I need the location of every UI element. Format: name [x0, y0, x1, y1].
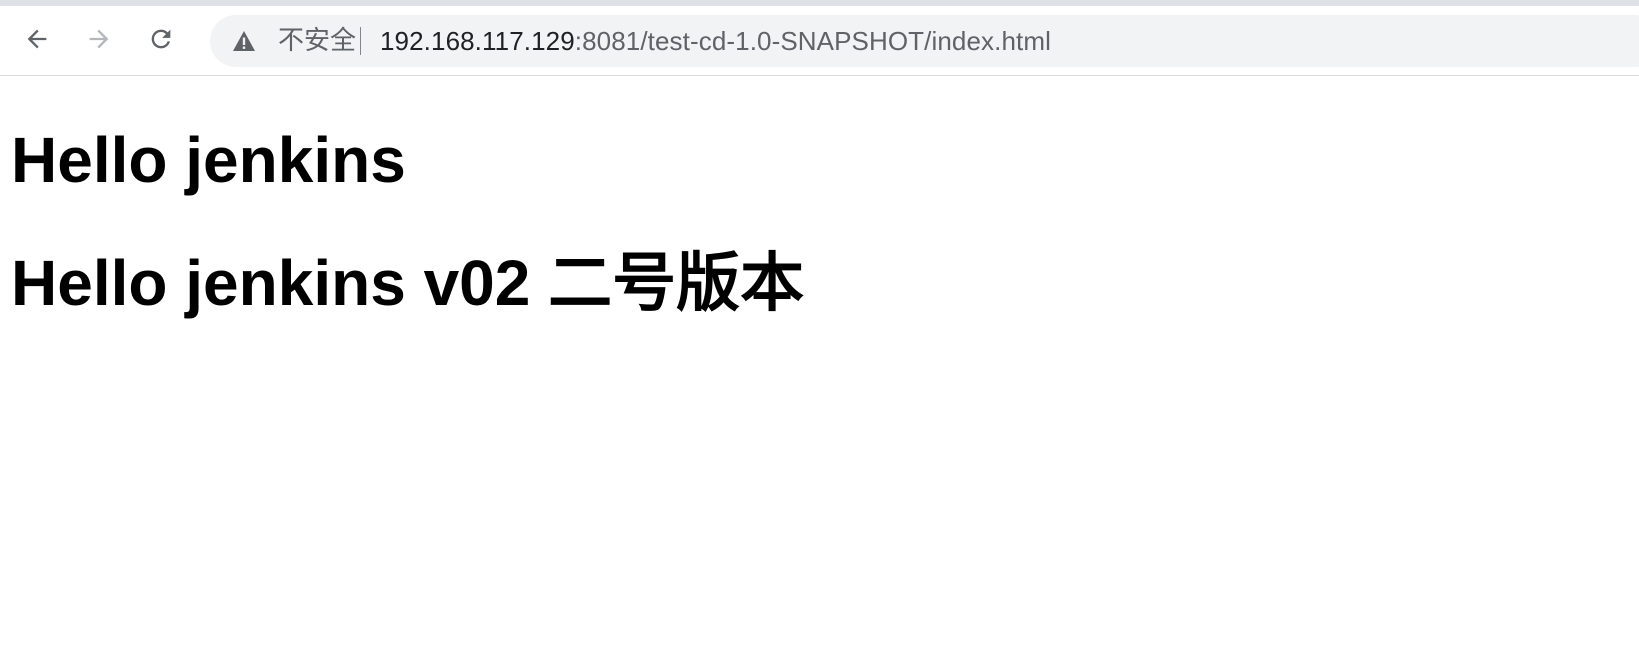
url-host: 192.168.117.129 — [380, 26, 575, 56]
forward-button[interactable] — [78, 18, 120, 60]
warning-triangle-icon[interactable] — [232, 30, 256, 52]
address-bar[interactable]: 不安全 192.168.117.129:8081/test-cd-1.0-SNA… — [210, 15, 1639, 67]
reload-button[interactable] — [140, 18, 182, 60]
page-heading-1: Hello jenkins — [11, 124, 406, 196]
security-status-label[interactable]: 不安全 — [278, 25, 356, 57]
reload-icon — [151, 29, 171, 49]
omnibox-divider — [360, 27, 361, 55]
back-button[interactable] — [16, 18, 58, 60]
back-arrow-icon — [27, 29, 47, 49]
url-path: :8081/test-cd-1.0-SNAPSHOT/index.html — [574, 26, 1051, 56]
page-heading-2: Hello jenkins v02 二号版本 — [11, 247, 805, 319]
page-content: Hello jenkins Hello jenkins v02 二号版本 — [0, 77, 1639, 653]
browser-toolbar: 不安全 192.168.117.129:8081/test-cd-1.0-SNA… — [0, 6, 1639, 76]
url-text[interactable]: 192.168.117.129:8081/test-cd-1.0-SNAPSHO… — [380, 25, 1051, 57]
forward-arrow-icon — [89, 29, 109, 49]
